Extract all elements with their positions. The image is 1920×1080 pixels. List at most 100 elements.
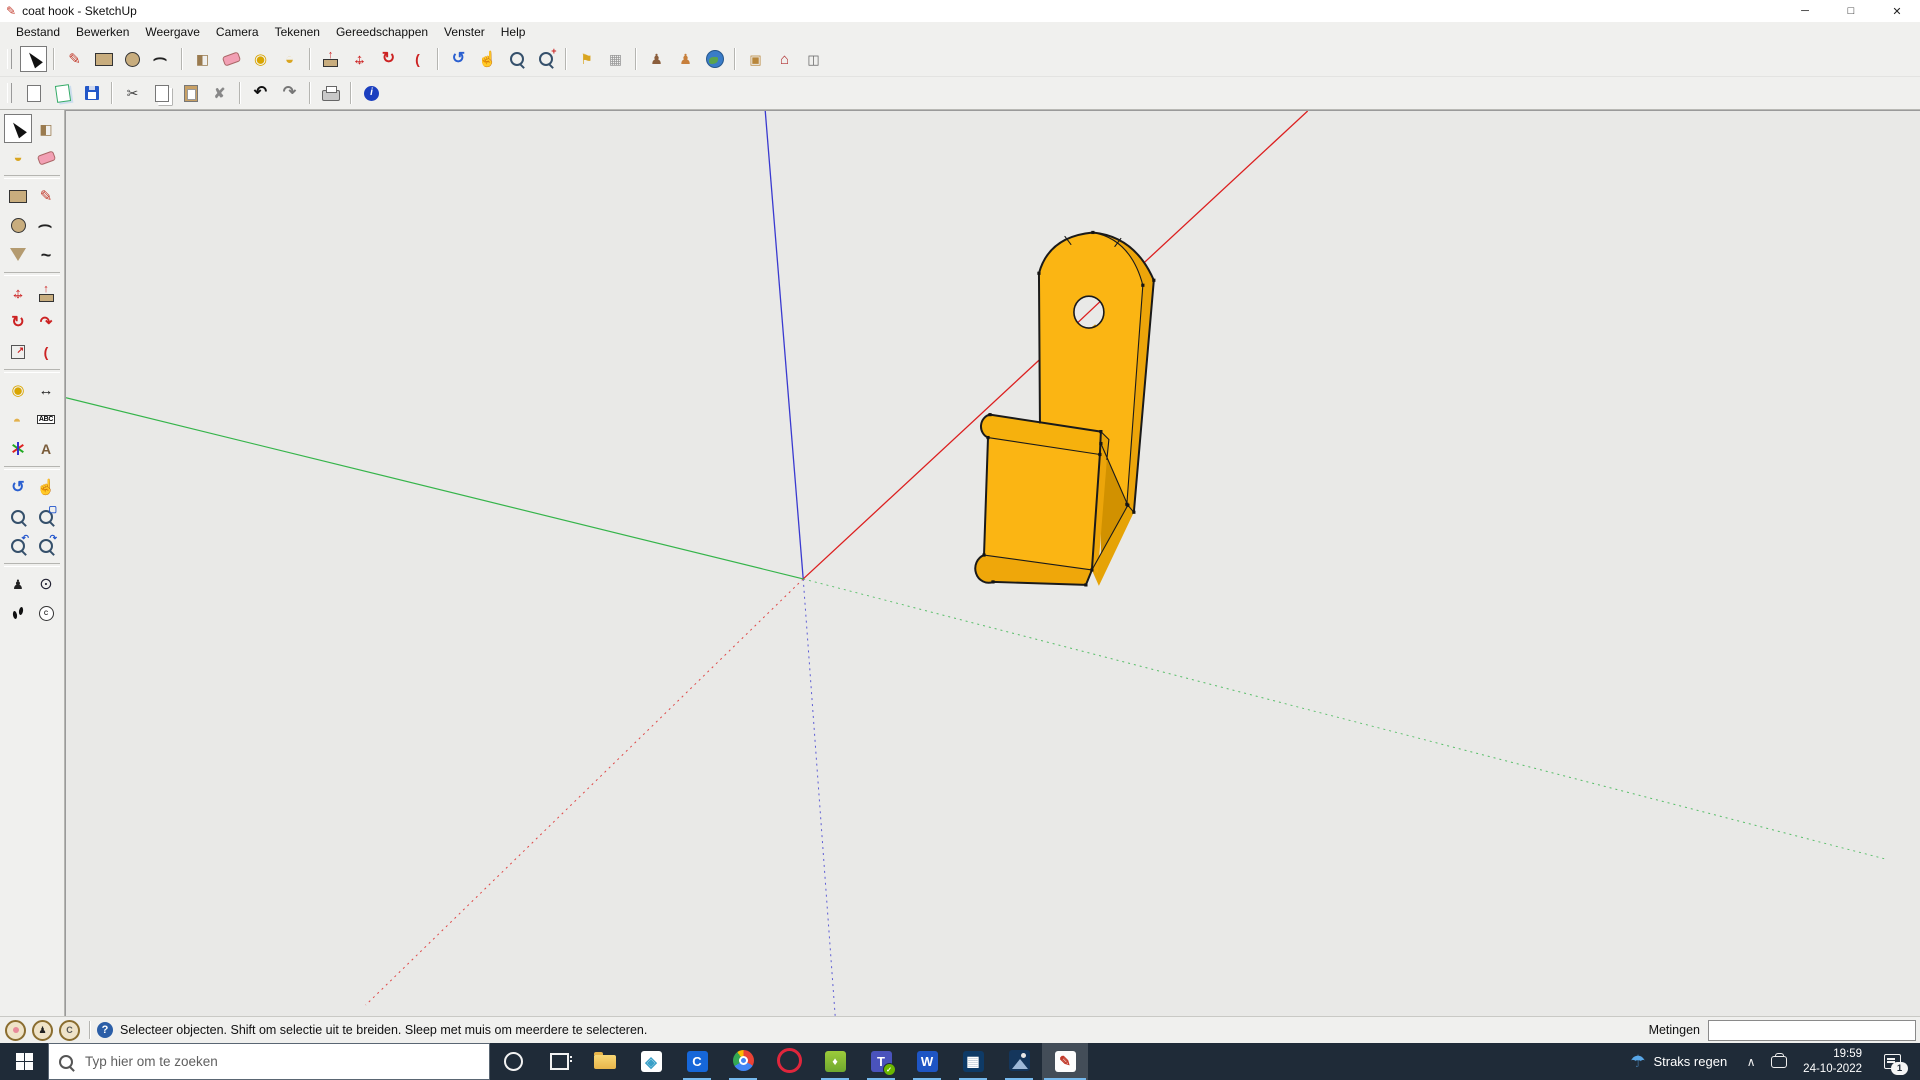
zoom-window-tool-button[interactable]: ▢ (32, 502, 60, 531)
rectangle-button[interactable] (90, 46, 117, 72)
eraser-button[interactable] (218, 46, 245, 72)
model-box-button[interactable]: ◫ (800, 46, 827, 72)
tape-measure-tool-button[interactable]: ◉ (4, 376, 32, 405)
weather-widget[interactable]: ☂ Straks regen (1620, 1043, 1737, 1080)
dimension-tool-button[interactable]: ↔ (32, 376, 60, 405)
eraser-tool-button[interactable] (32, 143, 60, 172)
axes-tool-button[interactable] (4, 434, 32, 463)
move-tool-button[interactable]: ↔↕ (4, 279, 32, 308)
taskbar-cube-app-button[interactable]: ◈ (628, 1043, 674, 1080)
share-model-button[interactable]: ♟ (672, 46, 699, 72)
look-around-tool-button[interactable]: ⊙ (32, 570, 60, 599)
taskbar-file-explorer-button[interactable] (582, 1043, 628, 1080)
taskbar-photos-button[interactable] (996, 1043, 1042, 1080)
select-tool-button[interactable] (4, 114, 32, 143)
tray-overflow-chevron[interactable]: ∧ (1737, 1043, 1765, 1080)
menu-weergave[interactable]: Weergave (137, 23, 207, 41)
offset-button[interactable]: ( (404, 46, 431, 72)
taskbar-chrome-button[interactable] (720, 1043, 766, 1080)
pan-tool-button[interactable]: ☝ (32, 473, 60, 502)
taskbar-c-app-button[interactable]: C (674, 1043, 720, 1080)
model-info-button[interactable]: i (358, 80, 385, 106)
line-tool-button[interactable]: ✎ (32, 182, 60, 211)
paint-bucket-button[interactable]: ◒ (276, 46, 303, 72)
rotate-tool-button[interactable]: ↻ (4, 308, 32, 337)
minimize-button[interactable]: ─ (1782, 0, 1828, 22)
sign-in-icon[interactable]: C (59, 1020, 80, 1041)
model-canvas[interactable] (66, 111, 1920, 1016)
preview-google-earth-button[interactable] (701, 46, 728, 72)
taskbar-sketchup-button[interactable]: ✎ (1042, 1043, 1088, 1080)
orbit-button[interactable]: ↺ (445, 46, 472, 72)
open-button[interactable] (49, 80, 76, 106)
cortana-button[interactable] (490, 1043, 536, 1080)
scale-tool-button[interactable]: ↗ (4, 337, 32, 366)
menu-bestand[interactable]: Bestand (8, 23, 68, 41)
taskbar-opera-button[interactable] (766, 1043, 812, 1080)
save-button[interactable] (78, 80, 105, 106)
taskbar-search[interactable] (48, 1043, 490, 1080)
offset-tool-button[interactable]: ( (32, 337, 60, 366)
zoom-button[interactable] (503, 46, 530, 72)
toggle-terrain-button[interactable]: ▦ (602, 46, 629, 72)
menu-help[interactable]: Help (493, 23, 534, 41)
get-models-button[interactable]: ♟ (643, 46, 670, 72)
print-button[interactable] (317, 80, 344, 106)
protractor-tool-button[interactable]: ◖ (4, 405, 32, 434)
orbit-tool-button[interactable]: ↺ (4, 473, 32, 502)
extension-warehouse-button[interactable]: ⌂ (771, 46, 798, 72)
line-button[interactable]: ✎ (61, 46, 88, 72)
pan-button[interactable]: ☝ (474, 46, 501, 72)
paste-button[interactable] (177, 80, 204, 106)
task-view-button[interactable] (536, 1043, 582, 1080)
freehand-tool-button[interactable]: ~ (32, 240, 60, 269)
walk-tool-button[interactable] (4, 599, 32, 628)
maximize-button[interactable]: □ (1828, 0, 1874, 22)
taskbar-clock[interactable]: 19:59 24-10-2022 (1793, 1043, 1872, 1080)
follow-me-tool-button[interactable]: ↷ (32, 308, 60, 337)
circle-button[interactable] (119, 46, 146, 72)
make-component-button[interactable]: ◧ (189, 46, 216, 72)
zoom-extents-button[interactable]: + (532, 46, 559, 72)
menu-camera[interactable]: Camera (208, 23, 267, 41)
zoom-next-tool-button[interactable]: ↷ (32, 531, 60, 560)
3d-text-tool-button[interactable]: A (32, 434, 60, 463)
paint-bucket-tool-button[interactable]: ◒ (4, 143, 32, 172)
move-button[interactable]: ↔↕ (346, 46, 373, 72)
menu-bewerken[interactable]: Bewerken (68, 23, 137, 41)
taskbar-teams-button[interactable]: T✓ (858, 1043, 904, 1080)
text-tool-button[interactable]: ABC (32, 405, 60, 434)
section-plane-tool-button[interactable]: C (32, 599, 60, 628)
claim-credit-icon[interactable]: ♟ (32, 1020, 53, 1041)
measurements-input[interactable] (1708, 1020, 1916, 1041)
arc-button[interactable]: ( (148, 46, 175, 72)
new-button[interactable] (20, 80, 47, 106)
circle-tool-button[interactable] (4, 211, 32, 240)
select-button[interactable] (20, 46, 47, 72)
menu-venster[interactable]: Venster (436, 23, 493, 41)
undo-button[interactable]: ↶ (247, 80, 274, 106)
polygon-tool-button[interactable] (4, 240, 32, 269)
rectangle-tool-button[interactable] (4, 182, 32, 211)
delete-button[interactable]: ✘ (206, 80, 233, 106)
taskbar-calculator-button[interactable]: ▦ (950, 1043, 996, 1080)
redo-button[interactable]: ↷ (276, 80, 303, 106)
toolbar-grip[interactable] (7, 49, 12, 69)
taskbar-sims4-button[interactable]: ♦ (812, 1043, 858, 1080)
close-button[interactable]: ✕ (1874, 0, 1920, 22)
coat-hook-model[interactable] (975, 231, 1155, 587)
help-icon[interactable]: ? (97, 1022, 113, 1038)
toolbar-grip[interactable] (7, 83, 12, 103)
tape-measure-button[interactable]: ◉ (247, 46, 274, 72)
arc-tool-button[interactable]: ( (32, 211, 60, 240)
copy-button[interactable] (148, 80, 175, 106)
drawing-viewport[interactable] (65, 110, 1920, 1016)
meet-now-icon[interactable] (1765, 1043, 1793, 1080)
position-camera-tool-button[interactable]: ♟ (4, 570, 32, 599)
menu-tekenen[interactable]: Tekenen (267, 23, 328, 41)
add-location-button[interactable]: ⚑ (573, 46, 600, 72)
photo-textures-button[interactable]: ▣ (742, 46, 769, 72)
rotate-button[interactable]: ↻ (375, 46, 402, 72)
search-input[interactable] (83, 1053, 479, 1070)
start-button[interactable] (0, 1043, 48, 1080)
